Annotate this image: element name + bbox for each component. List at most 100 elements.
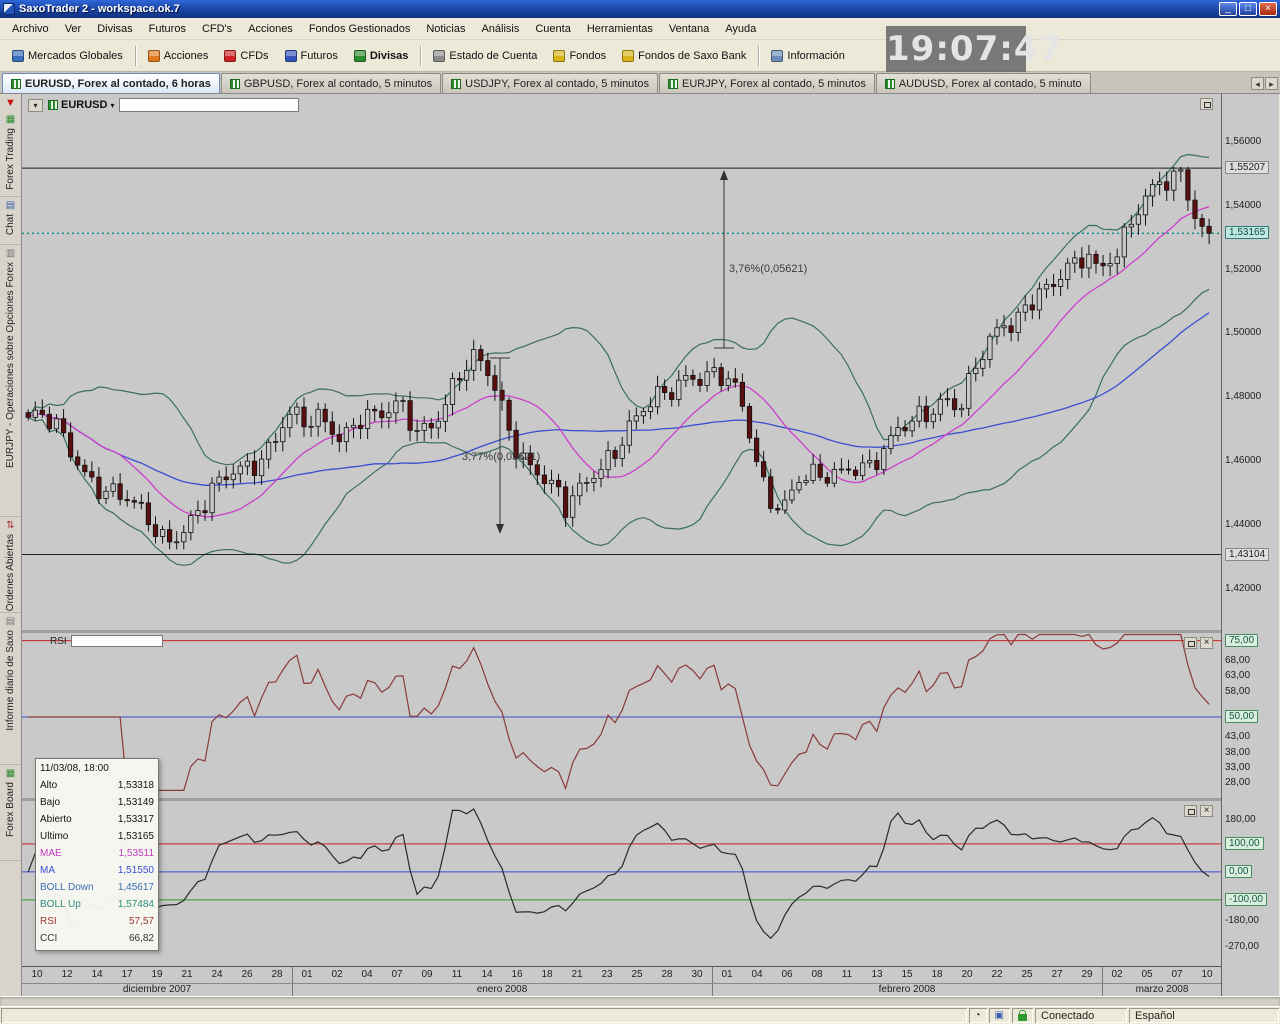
x-tick: 26 bbox=[237, 969, 257, 980]
x-tick: 04 bbox=[747, 969, 767, 980]
sidebar-item-eurjpy-operaciones-sobre-opciones-forex[interactable]: ▥EURJPY - Operaciones sobre Opciones For… bbox=[0, 245, 21, 517]
data-tooltip: 11/03/08, 18:00Alto1,53318Bajo1,53149Abi… bbox=[35, 758, 159, 951]
rsi-panel[interactable]: RSI × bbox=[22, 630, 1221, 798]
toolbar-button-fondos-de-saxo-bank[interactable]: Fondos de Saxo Bank bbox=[614, 45, 754, 67]
price-chart-panel[interactable]: 3,76%(0,05621)3,77%(0,05621) ▾ EURUSD ▾ bbox=[22, 94, 1221, 630]
rsi-label: RSI bbox=[50, 636, 67, 647]
title-bar[interactable]: SaxoTrader 2 - workspace.ok.7 _ □ × bbox=[0, 0, 1280, 18]
x-tick: 09 bbox=[417, 969, 437, 980]
x-tick: 30 bbox=[687, 969, 707, 980]
tab-scroll-left-icon[interactable]: ◂ bbox=[1251, 77, 1264, 90]
tooltip-row-value: 1,51550 bbox=[118, 862, 154, 879]
price-tick-label: 1,42000 bbox=[1225, 583, 1261, 594]
rsi-chart-svg[interactable] bbox=[22, 633, 1221, 798]
restore-panel-button[interactable] bbox=[1200, 98, 1213, 110]
menu-divisas[interactable]: Divisas bbox=[89, 20, 140, 38]
menu-cfd-s[interactable]: CFD's bbox=[194, 20, 240, 38]
rsi-restore-button[interactable] bbox=[1184, 637, 1197, 649]
menu-herramientas[interactable]: Herramientas bbox=[579, 20, 661, 38]
secure-lock-icon bbox=[1012, 1008, 1033, 1023]
main-area: ▼▦Forex Trading▤Chat▥EURJPY - Operacione… bbox=[0, 94, 1280, 996]
price-chart-svg[interactable]: 3,76%(0,05621)3,77%(0,05621) bbox=[22, 94, 1221, 630]
toolbar-button-divisas[interactable]: Divisas bbox=[346, 45, 417, 67]
sidebar-item-ordenes-abiertas[interactable]: ⇅Órdenes Abiertas bbox=[0, 517, 21, 613]
toolbar-separator bbox=[758, 46, 759, 66]
sidebar-item-chat[interactable]: ▤Chat bbox=[0, 197, 21, 245]
tooltip-row-label: MAE bbox=[40, 845, 62, 862]
month-label: febrero 2008 bbox=[712, 984, 1102, 995]
toolbar-button-mercados-globales[interactable]: Mercados Globales bbox=[4, 45, 131, 67]
price-badge-level: 1,55207 bbox=[1225, 161, 1269, 174]
tab-gbpusd[interactable]: GBPUSD, Forex al contado, 5 minutos bbox=[221, 73, 441, 93]
tooltip-row-label: RSI bbox=[40, 913, 57, 930]
panel-menu-button[interactable]: ▾ bbox=[28, 99, 43, 112]
x-tick: 02 bbox=[1107, 969, 1127, 980]
cci-restore-button[interactable] bbox=[1184, 805, 1197, 817]
x-tick: 11 bbox=[837, 969, 857, 980]
tooltip-row-value: 1,53317 bbox=[118, 811, 154, 828]
menu-cuenta[interactable]: Cuenta bbox=[527, 20, 578, 38]
price-badge-level: 1,43104 bbox=[1225, 548, 1269, 561]
toolbar-button-informacion[interactable]: Información bbox=[763, 45, 852, 67]
menu-archivo[interactable]: Archivo bbox=[4, 20, 57, 38]
x-tick: 29 bbox=[1077, 969, 1097, 980]
rsi-close-button[interactable]: × bbox=[1200, 637, 1213, 649]
rsi-background bbox=[22, 633, 1221, 798]
annotation-up-label: 3,76%(0,05621) bbox=[729, 263, 807, 275]
forex-board-icon: ▦ bbox=[6, 768, 15, 780]
minimize-button[interactable]: _ bbox=[1219, 2, 1237, 16]
toolbar-button-acciones[interactable]: Acciones bbox=[140, 45, 217, 67]
tab-usdjpy[interactable]: USDJPY, Forex al contado, 5 minutos bbox=[442, 73, 658, 93]
tab-audusd[interactable]: AUDUSD, Forex al contado, 5 minuto bbox=[876, 73, 1091, 93]
instrument-search-input[interactable] bbox=[119, 98, 299, 112]
toolbar-button-fondos[interactable]: Fondos bbox=[545, 45, 614, 67]
toolbar-button-estado-de-cuenta[interactable]: Estado de Cuenta bbox=[425, 45, 545, 67]
red-arrow-icon[interactable]: ▼ bbox=[5, 94, 16, 111]
cci-panel[interactable]: × bbox=[22, 798, 1221, 966]
cci-background bbox=[22, 801, 1221, 966]
cci-badge-label: 100,00 bbox=[1225, 837, 1264, 850]
tab-label: GBPUSD, Forex al contado, 5 minutos bbox=[244, 78, 432, 90]
maximize-button[interactable]: □ bbox=[1239, 2, 1257, 16]
toolbar-button-label: Divisas bbox=[370, 50, 409, 62]
x-tick: 10 bbox=[27, 969, 47, 980]
x-tick: 20 bbox=[957, 969, 977, 980]
toolbar-button-label: Fondos bbox=[569, 50, 606, 62]
menu-ver[interactable]: Ver bbox=[57, 20, 90, 38]
account-status-icon bbox=[433, 50, 445, 62]
network-status-icon: ▣ bbox=[989, 1008, 1010, 1023]
menu-ayuda[interactable]: Ayuda bbox=[717, 20, 764, 38]
toolbar-button-label: CFDs bbox=[240, 50, 268, 62]
rsi-tick-label: 38,00 bbox=[1225, 747, 1250, 758]
x-tick: 12 bbox=[57, 969, 77, 980]
menu-noticias[interactable]: Noticias bbox=[418, 20, 473, 38]
month-separator bbox=[292, 967, 293, 983]
price-axis[interactable]: 1,560001,540001,520001,500001,480001,460… bbox=[1221, 94, 1279, 996]
sidebar-item-forex-trading[interactable]: ▦Forex Trading bbox=[0, 111, 21, 197]
toolbar-button-futuros[interactable]: Futuros bbox=[277, 45, 346, 67]
tab-scroll-right-icon[interactable]: ▸ bbox=[1265, 77, 1278, 90]
language-status: Español bbox=[1129, 1008, 1279, 1023]
toolbar-button-cfds[interactable]: CFDs bbox=[216, 45, 276, 67]
menu-futuros[interactable]: Futuros bbox=[141, 20, 194, 38]
horizontal-scrollbar[interactable] bbox=[0, 996, 1280, 1006]
tab-eurusd[interactable]: EURUSD, Forex al contado, 6 horas bbox=[2, 73, 220, 93]
close-button[interactable]: × bbox=[1259, 2, 1277, 16]
tab-eurjpy[interactable]: EURJPY, Forex al contado, 5 minutos bbox=[659, 73, 875, 93]
menu-acciones[interactable]: Acciones bbox=[240, 20, 301, 38]
x-tick: 14 bbox=[477, 969, 497, 980]
sidebar-item-forex-board[interactable]: ▦Forex Board bbox=[0, 765, 21, 861]
cci-chart-svg[interactable] bbox=[22, 801, 1221, 966]
cci-close-button[interactable]: × bbox=[1200, 805, 1213, 817]
menu-analisis[interactable]: Análisis bbox=[473, 20, 527, 38]
x-tick: 28 bbox=[657, 969, 677, 980]
tooltip-row-abierto: Abierto1,53317 bbox=[40, 811, 154, 828]
tooltip-row-value: 1,53511 bbox=[119, 845, 154, 862]
rsi-settings-input[interactable] bbox=[71, 635, 163, 647]
menu-fondos-gestionados[interactable]: Fondos Gestionados bbox=[301, 20, 419, 38]
open-orders-icon: ⇅ bbox=[6, 520, 14, 532]
menu-ventana[interactable]: Ventana bbox=[661, 20, 717, 38]
symbol-selector[interactable]: EURUSD ▾ bbox=[48, 99, 114, 111]
sidebar-item-informe-diario-de-saxo[interactable]: ▤Informe diario de Saxo bbox=[0, 613, 21, 765]
price-tick-label: 1,50000 bbox=[1225, 327, 1261, 338]
